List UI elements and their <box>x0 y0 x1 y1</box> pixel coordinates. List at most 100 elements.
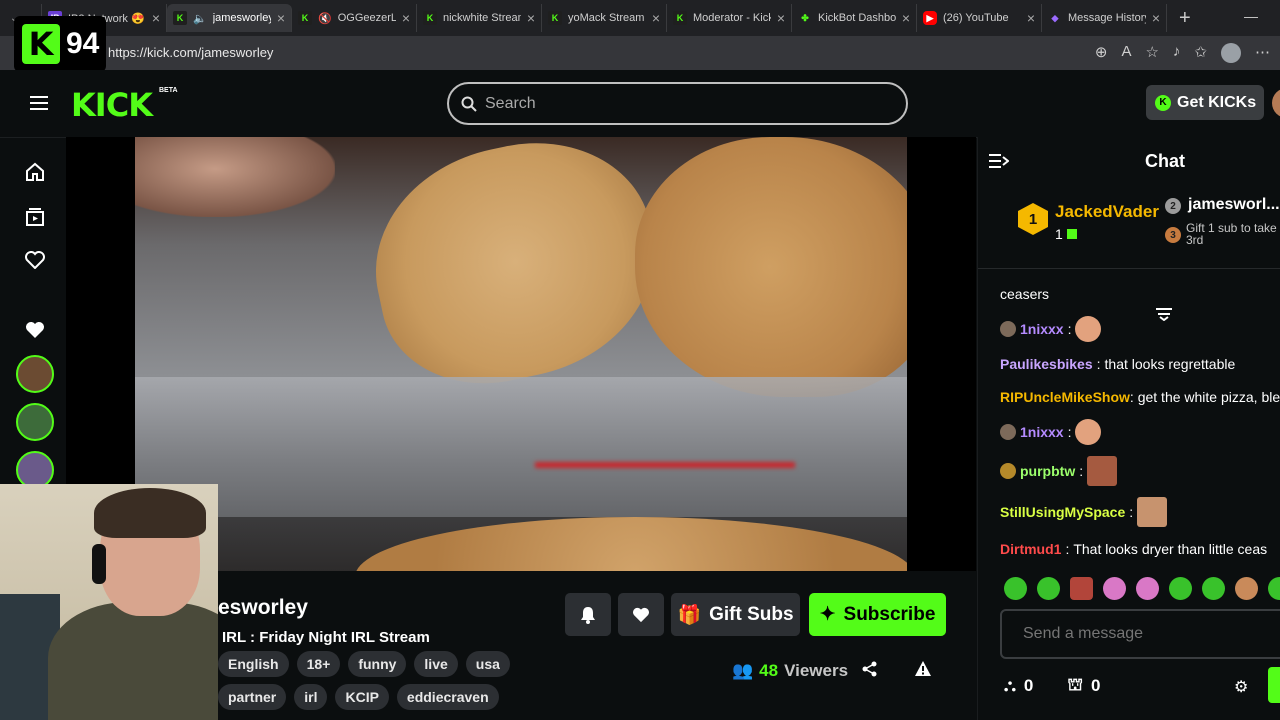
send-chat-button[interactable] <box>1268 667 1280 703</box>
tag-usa[interactable]: usa <box>465 651 510 677</box>
youtube-icon: ▶ <box>923 11 937 25</box>
chat-title: Chat <box>1145 151 1185 171</box>
message-text: that looks regrettable <box>1104 356 1236 372</box>
red-light <box>535 462 795 468</box>
tag-18plus[interactable]: 18+ <box>296 651 341 677</box>
channel-points-icon[interactable]: ⛬ <box>1004 676 1016 696</box>
chat-username[interactable]: Dirtmud1 <box>1000 538 1061 560</box>
followed-channel-avatar[interactable] <box>16 355 54 393</box>
tab-youtube[interactable]: ▶ (26) YouTube × <box>917 4 1042 32</box>
url-field[interactable]: https://kick.com/jamesworley <box>108 45 273 60</box>
emote-button[interactable] <box>1268 577 1280 600</box>
speaker-icon[interactable]: 🔈 <box>193 12 207 25</box>
headset-image <box>92 544 106 584</box>
chat-username[interactable]: purpbtw <box>1020 460 1075 482</box>
leaderboard-first-name[interactable]: JackedVader <box>1055 202 1159 222</box>
stream-title: IRL : Friday Night IRL Stream <box>222 629 430 646</box>
emote-button[interactable] <box>1136 577 1159 600</box>
tag-irl[interactable]: irl <box>294 684 328 710</box>
kickbot-icon: ✤ <box>801 12 809 23</box>
emote-button[interactable] <box>1235 577 1258 600</box>
leaderboard-second-name[interactable]: jamesworl... <box>1188 196 1280 214</box>
close-icon[interactable]: × <box>152 10 160 26</box>
tag-eddiecraven[interactable]: eddiecraven <box>396 684 499 710</box>
tag-kcip[interactable]: KCIP <box>335 684 389 710</box>
kick-logo[interactable]: KICK <box>71 86 153 124</box>
chat-panel: Chat 1 JackedVader 1 2 jamesworl... 3 Gi… <box>977 137 1280 720</box>
emote-button[interactable] <box>1202 577 1225 600</box>
follow-button[interactable] <box>618 593 664 636</box>
extension-icon[interactable]: ♪ <box>1173 43 1181 63</box>
more-icon[interactable]: ⋯ <box>1255 43 1270 63</box>
close-icon[interactable]: × <box>652 10 660 26</box>
chat-username[interactable]: 1nixxx <box>1020 318 1064 340</box>
tab-message-history[interactable]: ◆ Message History × <box>1042 4 1167 32</box>
emote-button[interactable] <box>1070 577 1093 600</box>
heart-icon <box>633 607 649 622</box>
chat-username[interactable]: 1nixxx <box>1020 421 1064 443</box>
close-icon[interactable]: × <box>777 10 785 26</box>
tab-moderator[interactable]: K Moderator - Kick × <box>667 4 792 32</box>
gift-icon <box>1066 229 1077 239</box>
browse-icon[interactable] <box>24 206 46 228</box>
emote-button[interactable] <box>1004 577 1027 600</box>
tag-partner[interactable]: partner <box>218 684 287 710</box>
close-icon[interactable]: × <box>277 10 285 26</box>
profile-avatar[interactable] <box>1221 43 1241 63</box>
emote-button[interactable] <box>1103 577 1126 600</box>
close-icon[interactable]: × <box>1152 10 1160 26</box>
favorites-icon[interactable]: ✩ <box>1194 43 1207 63</box>
read-aloud-icon[interactable]: A <box>1121 43 1131 63</box>
muted-speaker-icon[interactable]: 🔇 <box>318 12 332 25</box>
home-icon[interactable] <box>24 161 46 183</box>
collapse-chat-icon[interactable] <box>989 153 1009 169</box>
followed-heart-icon <box>24 319 46 341</box>
tag-english[interactable]: English <box>218 651 289 677</box>
tab-jamesworley[interactable]: K 🔈 jamesworley × <box>167 4 292 32</box>
menu-icon[interactable] <box>30 96 48 110</box>
get-kicks-button[interactable]: K Get KICKs <box>1146 85 1264 120</box>
close-icon[interactable]: × <box>402 10 410 26</box>
kick-icon: K <box>173 11 187 25</box>
emote-button[interactable] <box>1037 577 1060 600</box>
share-icon[interactable] <box>862 661 878 677</box>
kick-icon: K <box>298 11 312 25</box>
followed-channel-avatar[interactable] <box>16 403 54 441</box>
streamer-name[interactable]: esworley <box>218 596 308 620</box>
gift-icon: 🎁 <box>677 604 702 626</box>
zoom-icon[interactable]: ⊕ <box>1095 43 1108 63</box>
close-icon[interactable]: × <box>902 10 910 26</box>
tab-kickbot[interactable]: ✤ KickBot Dashbo × <box>792 4 917 32</box>
tag-funny[interactable]: funny <box>348 651 407 677</box>
notification-bell-button[interactable] <box>565 593 611 636</box>
channel-points-value: 0 <box>1023 676 1034 695</box>
kick-icon: K <box>423 11 437 25</box>
minimize-icon[interactable]: — <box>1244 8 1258 24</box>
hand-image <box>135 137 335 217</box>
tab-yomack[interactable]: K yoMack Stream × <box>542 4 667 32</box>
emote-button[interactable] <box>1169 577 1192 600</box>
following-heart-icon[interactable] <box>24 249 46 271</box>
close-icon[interactable]: × <box>527 10 535 26</box>
search-input[interactable] <box>485 94 885 113</box>
subscribe-button[interactable]: ✦ Subscribe <box>809 593 946 636</box>
chat-message-input[interactable] <box>1000 609 1280 659</box>
chat-username[interactable]: RIPUncleMikeShow <box>1000 389 1130 405</box>
chat-username[interactable]: StillUsingMySpace <box>1000 501 1125 523</box>
new-tab-button[interactable]: + <box>1179 7 1191 30</box>
gift-subs-button[interactable]: 🎁 Gift Subs <box>671 593 800 636</box>
search-bar[interactable] <box>447 82 908 125</box>
favorite-star-icon[interactable]: ☆ <box>1145 43 1158 63</box>
user-avatar[interactable] <box>1272 88 1280 118</box>
report-warning-icon[interactable] <box>914 660 932 677</box>
get-kicks-label: Get KICKs <box>1177 93 1257 111</box>
site-header: KICK BETA K Get KICKs <box>0 70 1280 138</box>
chat-message: Paulikesbikes: that looks regrettable <box>1000 353 1280 375</box>
tag-live[interactable]: live <box>414 651 458 677</box>
tab-oggeezer[interactable]: K 🔇 OGGeezerL × <box>292 4 417 32</box>
tab-nickwhite[interactable]: K nickwhite Stream × <box>417 4 542 32</box>
chat-username[interactable]: Paulikesbikes <box>1000 353 1093 375</box>
close-icon[interactable]: × <box>1027 10 1035 26</box>
drops-icon[interactable]: ⛫ <box>1067 675 1083 697</box>
gear-icon[interactable]: ⚙ <box>1234 677 1248 697</box>
